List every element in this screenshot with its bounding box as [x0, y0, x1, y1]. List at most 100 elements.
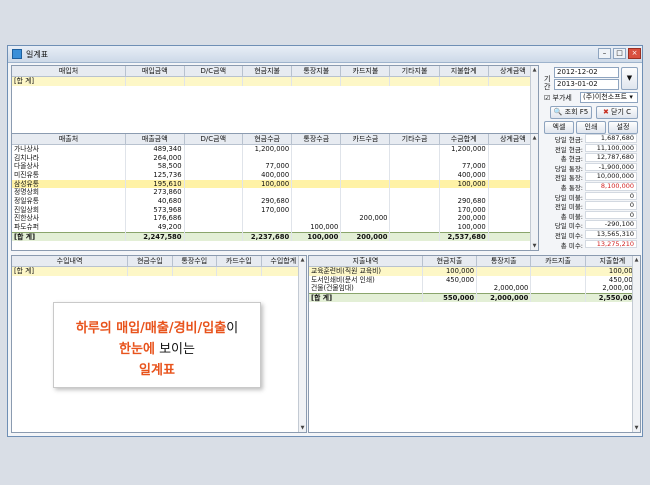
summary-row: 전일 현금: 11,100,000: [543, 143, 637, 154]
sales-row[interactable]: 삼성유통 195,610 100,000 100,000: [12, 179, 538, 189]
expense-table[interactable]: 지출내역 현금지출 통장지출 카드지출 지출합계 교육훈련비(직원 교육비) 100,00…: [308, 255, 641, 433]
expense-row[interactable]: 도서인쇄비(문서 인쇄) 450,000 450,000: [309, 275, 640, 285]
summary-value: 0: [585, 191, 637, 201]
sales-cell: 정일유통: [12, 196, 127, 206]
income-total-label: [합 계]: [12, 266, 129, 276]
sales-scrollbar[interactable]: ▲ ▼: [530, 134, 538, 250]
sales-cell: 1,200,000: [242, 144, 293, 154]
sales-row[interactable]: 정일유통 40,680 290,680 290,680: [12, 196, 538, 206]
summary-label: 총 미불:: [560, 212, 583, 221]
sales-row[interactable]: 정명상회 273,860: [12, 188, 538, 197]
summary-value: 13,275,210: [585, 239, 637, 249]
close-button[interactable]: ✖ 닫기 C: [596, 106, 638, 119]
sales-row[interactable]: 미진유통 125,736 400,000 400,000: [12, 170, 538, 180]
expense-header[interactable]: 카드지출: [530, 256, 586, 267]
income-scrollbar[interactable]: ▲ ▼: [298, 256, 306, 432]
summary-row: 총 미불: 0: [543, 210, 637, 221]
summary-label: 전일 현금:: [554, 145, 583, 154]
sales-cell: 100,000: [291, 223, 342, 232]
sales-cell: [291, 205, 342, 215]
sales-header[interactable]: 매출처: [12, 134, 127, 145]
income-header[interactable]: 통장수입: [172, 256, 218, 267]
expense-cell: [476, 266, 532, 276]
sales-cell: [184, 214, 244, 223]
summary-label: 전일 미불:: [554, 203, 583, 212]
search-button[interactable]: 🔍 조회 F5: [550, 106, 592, 119]
sales-cell: [242, 153, 293, 163]
sales-header[interactable]: 매출금액: [125, 134, 185, 145]
sales-header[interactable]: 현금수금: [242, 134, 293, 145]
expense-cell: [422, 284, 478, 294]
expense-row[interactable]: 교육훈련비(직원 교육비) 100,000 100,000: [309, 266, 640, 276]
summary-panel: 당일 현금: 1,687,680 전일 현금: 11,100,000 총 현금: 12,7…: [543, 134, 639, 252]
income-header[interactable]: 수입내역: [12, 256, 129, 267]
purchase-header[interactable]: 지불합계: [439, 66, 489, 77]
sales-cell: [389, 170, 440, 180]
sales-header[interactable]: 기타수금: [389, 134, 440, 145]
expense-cell: 도서인쇄비(문서 인쇄): [309, 275, 423, 285]
summary-value: 12,787,680: [585, 153, 637, 162]
expense-row[interactable]: 건물(건물임대) 2,000,000 2,000,000: [309, 284, 640, 294]
sales-cell: [184, 223, 244, 232]
sales-cell: 1,200,000: [439, 144, 489, 154]
company-select[interactable]: (주)이천소프트 ▾: [580, 92, 638, 103]
sales-cell: [340, 162, 391, 171]
summary-value: -290,100: [585, 220, 637, 229]
summary-label: 당일 미불:: [554, 193, 583, 202]
sales-cell: [389, 205, 440, 215]
settings-button[interactable]: 설정: [608, 121, 638, 134]
excel-button[interactable]: 엑셀: [544, 121, 574, 134]
print-button[interactable]: 인쇄: [576, 121, 606, 134]
purchase-header[interactable]: 통장지불: [291, 66, 342, 77]
income-header[interactable]: 현금수입: [127, 256, 173, 267]
sales-cell: [184, 153, 244, 163]
expense-cell: [476, 275, 532, 285]
sales-table[interactable]: 매출처 매출금액 D/C금액 현금수금 통장수금 카드수금 기타수금 수금합계 상계금액 가나상…: [11, 133, 539, 251]
sales-row[interactable]: 진한상사 176,686 200,000 200,000: [12, 214, 538, 223]
income-header[interactable]: 카드수입: [216, 256, 262, 267]
purchase-header[interactable]: 카드지불: [340, 66, 391, 77]
purchase-header[interactable]: D/C금액: [184, 66, 244, 77]
expense-header[interactable]: 현금지출: [422, 256, 478, 267]
minimize-icon[interactable]: –: [598, 48, 611, 59]
summary-label: 총 미수:: [560, 241, 583, 250]
date-from-field[interactable]: 2012-12-02: [554, 67, 619, 78]
sales-cell: 200,000: [340, 214, 391, 223]
sales-cell: [291, 214, 342, 223]
purchase-header[interactable]: 매입처: [12, 66, 127, 77]
maximize-icon[interactable]: □: [613, 48, 626, 59]
callout-line1: 하루의 매입/매출/경비/입출: [75, 321, 227, 336]
sales-row[interactable]: 가나상사 489,340 1,200,000 1,200,000: [12, 144, 538, 154]
purchase-header[interactable]: 기타지불: [389, 66, 440, 77]
sales-cell: 100,000: [439, 179, 489, 189]
sales-header[interactable]: 통장수금: [291, 134, 342, 145]
purchase-header[interactable]: 매입금액: [125, 66, 185, 77]
sales-row[interactable]: 김치나라 264,000: [12, 153, 538, 163]
vat-checkbox[interactable]: ☑ 부가세: [544, 93, 572, 103]
window-title: 일계표: [26, 50, 49, 59]
sales-row[interactable]: 파도슈퍼 49,200 100,000 100,000: [12, 223, 538, 232]
sales-row[interactable]: 다올상사 58,500 77,000 77,000: [12, 162, 538, 171]
purchase-header[interactable]: 현금지불: [242, 66, 293, 77]
sales-cell: [291, 162, 342, 171]
expense-header[interactable]: 통장지출: [476, 256, 532, 267]
date-to-field[interactable]: 2013-01-02: [554, 79, 619, 90]
sales-cell: [291, 170, 342, 180]
sales-cell: 200,000: [439, 214, 489, 223]
sales-total-cell: 2,537,680: [439, 231, 489, 241]
sales-total-cell: 2,237,680: [242, 231, 293, 241]
date-dropdown-button[interactable]: ▼: [621, 67, 638, 90]
sales-cell: 다올상사: [12, 162, 127, 171]
sales-cell: [340, 223, 391, 232]
sales-cell: [242, 214, 293, 223]
sales-cell: 가나상사: [12, 144, 127, 154]
sales-header[interactable]: 카드수금: [340, 134, 391, 145]
sales-row[interactable]: 진일상회 573,968 170,000 170,000: [12, 205, 538, 215]
sales-header[interactable]: 수금합계: [439, 134, 489, 145]
expense-scrollbar[interactable]: ▲ ▼: [632, 256, 640, 432]
expense-header[interactable]: 지출내역: [309, 256, 423, 267]
sales-header[interactable]: D/C금액: [184, 134, 244, 145]
summary-row: 전일 미불: 0: [543, 201, 637, 212]
close-icon[interactable]: ×: [628, 48, 641, 59]
sales-cell: 삼성유통: [12, 179, 127, 189]
